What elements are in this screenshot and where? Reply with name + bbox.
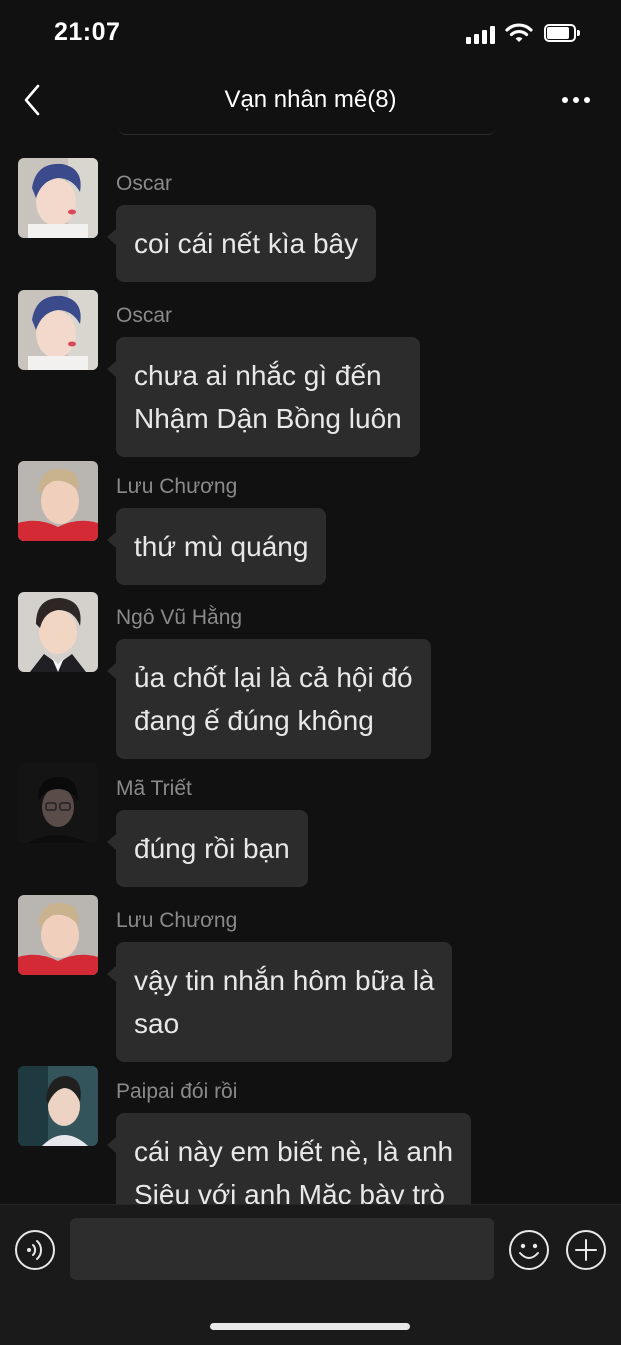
- sender-name: Paipai đói rồi: [116, 1080, 238, 1103]
- message-bubble[interactable]: ủa chốt lại là cả hội đó đang ế đúng khô…: [107, 639, 431, 759]
- input-bar: [0, 1204, 621, 1345]
- status-bar: 21:07: [0, 0, 621, 66]
- sender-name: Oscar: [116, 304, 173, 327]
- avatar[interactable]: [18, 1066, 98, 1146]
- status-time: 21:07: [54, 18, 121, 46]
- chat-title: Vạn nhân mê(8): [224, 86, 397, 113]
- sender-name: Lưu Chương: [116, 909, 238, 932]
- avatar[interactable]: [18, 895, 98, 975]
- sender-name: Mã Triết: [116, 777, 192, 800]
- avatar[interactable]: [18, 461, 98, 541]
- sender-name: Oscar: [116, 172, 173, 195]
- avatar[interactable]: [18, 158, 98, 238]
- plus-icon[interactable]: [565, 1229, 607, 1271]
- emoji-icon[interactable]: [508, 1229, 550, 1271]
- message-bubble[interactable]: đúng rồi bạn: [107, 810, 308, 887]
- more-dots-icon[interactable]: [556, 88, 596, 112]
- message-bubble[interactable]: vậy tin nhắn hôm bữa là sao: [106, 942, 453, 1062]
- message-list[interactable]: Oscar coi cái nết kìa bây Oscar chưa ai …: [0, 140, 621, 1204]
- sender-name: Lưu Chương: [116, 475, 238, 498]
- message-bubble[interactable]: chưa ai nhắc gì đến Nhậm Dận Bồng luôn: [107, 337, 420, 457]
- message-bubble[interactable]: cái này em biết nè, là anh Siêu với anh …: [106, 1113, 472, 1204]
- message-input[interactable]: [70, 1218, 494, 1280]
- battery-icon: [544, 24, 580, 44]
- wifi-icon: [505, 23, 533, 42]
- previous-bubble-edge: [118, 122, 496, 135]
- voice-icon[interactable]: [14, 1229, 56, 1271]
- home-indicator[interactable]: [210, 1323, 410, 1330]
- sender-name: Ngô Vũ Hằng: [116, 606, 243, 629]
- avatar[interactable]: [18, 763, 98, 843]
- message-bubble[interactable]: thứ mù quáng: [106, 508, 327, 585]
- signal-icon: [466, 26, 496, 44]
- avatar[interactable]: [18, 592, 98, 672]
- avatar[interactable]: [18, 290, 98, 370]
- message-bubble[interactable]: coi cái nết kìa bây: [106, 205, 377, 282]
